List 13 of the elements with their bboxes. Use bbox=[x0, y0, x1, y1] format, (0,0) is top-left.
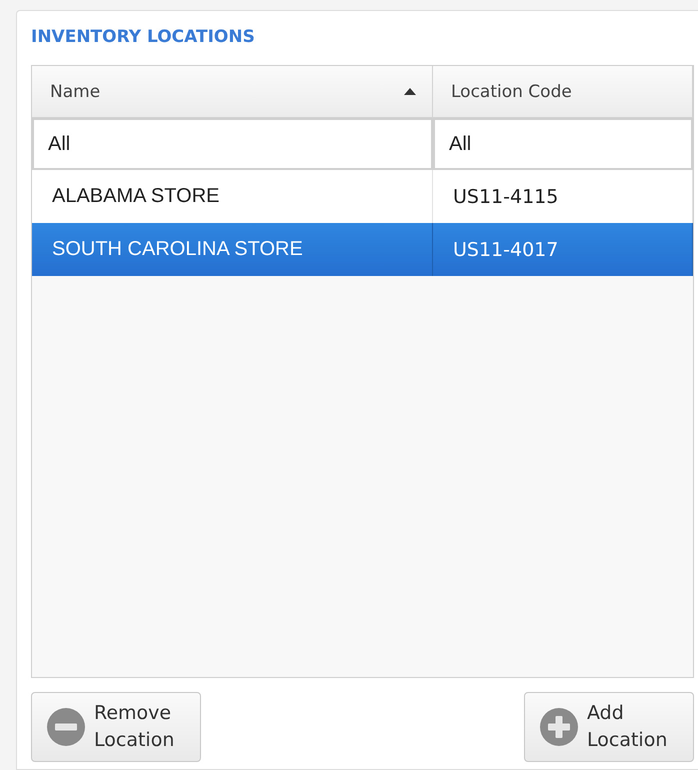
add-location-button[interactable]: Add Location bbox=[524, 692, 694, 762]
filter-field[interactable]: All bbox=[433, 118, 693, 170]
remove-location-button[interactable]: Remove Location bbox=[31, 692, 201, 762]
table-cell[interactable]: ALABAMA STORE bbox=[32, 170, 433, 223]
section-title: INVENTORY LOCATIONS bbox=[31, 27, 256, 49]
column-header[interactable]: Location Code bbox=[433, 66, 693, 118]
plus-icon bbox=[539, 707, 579, 747]
column-header[interactable]: Name bbox=[32, 66, 433, 118]
table-cell[interactable]: US11-4115 bbox=[433, 170, 693, 223]
minus-icon bbox=[46, 707, 86, 747]
filter-field[interactable]: All bbox=[32, 118, 433, 170]
table-cell[interactable]: US11-4017 bbox=[433, 223, 693, 276]
table-cell[interactable]: SOUTH CAROLINA STORE bbox=[32, 223, 433, 276]
